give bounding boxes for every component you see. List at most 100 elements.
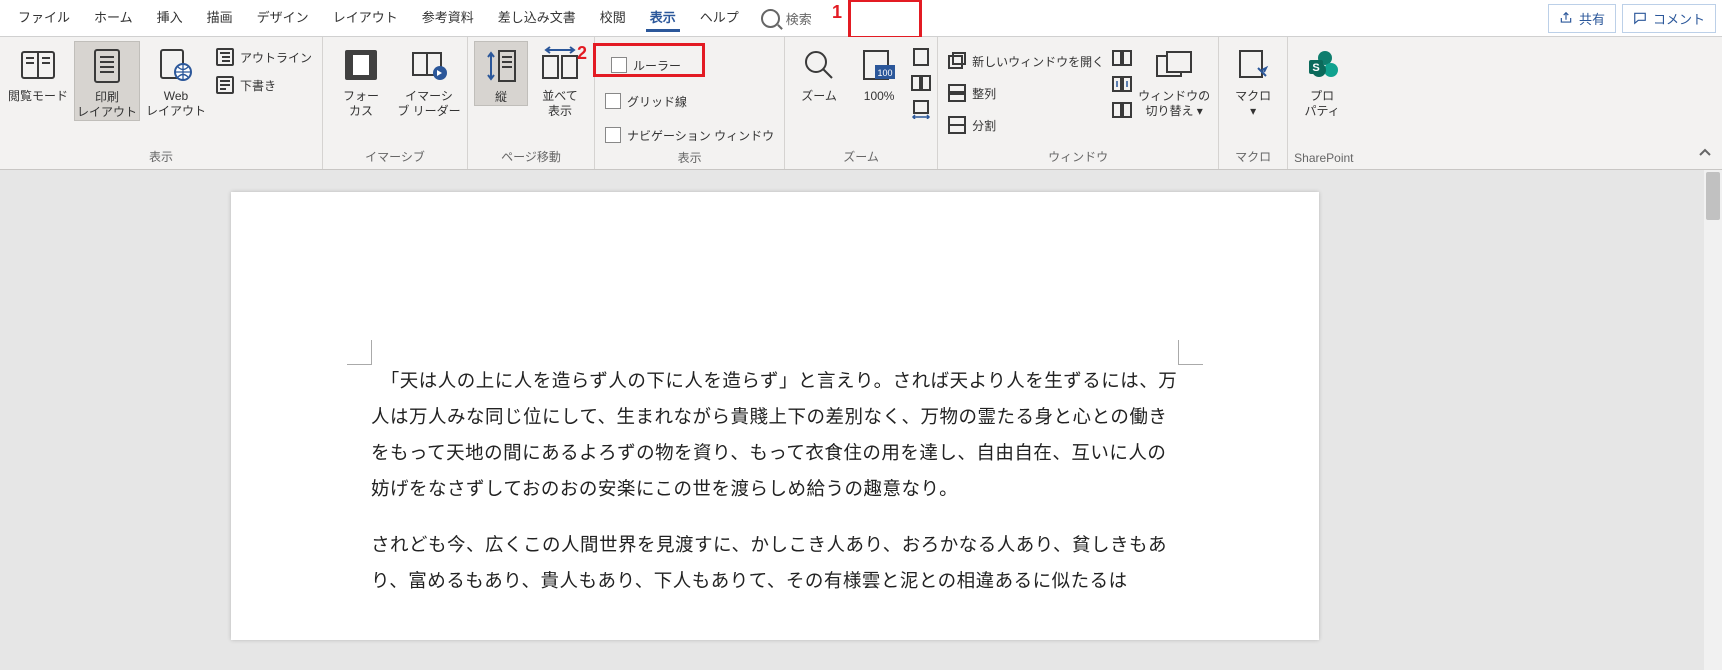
ruler-checkbox-box [611, 57, 627, 73]
macros-button[interactable]: マクロ ▾ [1225, 41, 1281, 119]
gridlines-checkbox[interactable]: グリッド線 [601, 89, 778, 113]
one-page-icon[interactable] [911, 47, 931, 67]
tab-view[interactable]: 表示 [638, 0, 688, 36]
crop-mark-tl [347, 340, 372, 365]
group-views: 閲覧モード 印刷 レイアウト Web レイアウト アウトライン [0, 37, 323, 169]
read-mode-label: 閲覧モード [8, 89, 68, 104]
switch-windows-button[interactable]: ウィンドウの 切り替え ▾ [1136, 41, 1212, 119]
chevron-down-icon: ▾ [1197, 104, 1203, 118]
group-immersive-label: イマーシブ [329, 146, 461, 169]
zoom-100-icon: 100 [859, 45, 899, 85]
immersive-reader-button[interactable]: イマーシ ブ リーダー [397, 41, 461, 119]
zoom-button[interactable]: ズーム [791, 41, 847, 104]
search-placeholder: 検索 [786, 9, 812, 28]
search-box[interactable]: 検索 [751, 9, 822, 28]
paragraph-2[interactable]: されども今、広くこの人間世界を見渡すに、かしこき人あり、おろかなる人あり、貧しき… [371, 528, 1179, 600]
navpane-label: ナビゲーション ウィンドウ [627, 127, 774, 144]
document-area: 「天は人の上に人を造らず人の下に人を造らず」と言えり。されば天より人を生ずるには… [0, 170, 1722, 670]
group-sharepoint: S プロ パティ SharePoint [1288, 37, 1359, 169]
ruler-label: ルーラー [633, 57, 681, 74]
chevron-down-icon: ▾ [1250, 104, 1256, 119]
focus-icon [341, 45, 381, 85]
properties-button[interactable]: S プロ パティ [1294, 41, 1350, 119]
share-icon [1559, 11, 1573, 25]
group-zoom: ズーム 100 100% ズーム [785, 37, 938, 169]
print-layout-button[interactable]: 印刷 レイアウト [74, 41, 140, 121]
tab-file[interactable]: ファイル [6, 0, 82, 36]
side-by-side-icon [540, 45, 580, 85]
outline-label: アウトライン [240, 49, 312, 66]
tab-design[interactable]: デザイン [245, 0, 321, 36]
focus-label1: フォー [343, 89, 379, 104]
comment-label: コメント [1653, 9, 1705, 28]
multi-page-icon[interactable] [911, 73, 931, 93]
group-show: ルーラー グリッド線 ナビゲーション ウィンドウ 表示 2 [595, 37, 785, 169]
annotation-1-number: 1 [832, 2, 842, 23]
chevron-up-icon [1698, 145, 1712, 159]
web-layout-button[interactable]: Web レイアウト [144, 41, 208, 119]
immersive-reader-label2: ブ リーダー [397, 104, 460, 119]
search-icon [761, 9, 780, 28]
side-label1: 並べて [542, 89, 578, 104]
navpane-checkbox[interactable]: ナビゲーション ウィンドウ [601, 123, 778, 147]
group-zoom-label: ズーム [791, 146, 931, 169]
tab-insert[interactable]: 挿入 [145, 0, 195, 36]
macros-icon [1233, 45, 1273, 85]
tab-draw[interactable]: 描画 [195, 0, 245, 36]
vertical-scrollbar[interactable] [1704, 170, 1722, 670]
document-page[interactable]: 「天は人の上に人を造らず人の下に人を造らず」と言えり。されば天より人を生ずるには… [231, 192, 1319, 640]
vertical-icon [481, 46, 521, 86]
read-mode-button[interactable]: 閲覧モード [6, 41, 70, 104]
immersive-reader-label1: イマーシ [405, 89, 453, 104]
web-layout-icon [156, 45, 196, 85]
paragraph-1[interactable]: 「天は人の上に人を造らず人の下に人を造らず」と言えり。されば天より人を生ずるには… [371, 364, 1179, 508]
draft-button[interactable]: 下書き [212, 73, 316, 97]
zoom-label: ズーム [801, 89, 837, 104]
web-layout-label2: レイアウト [146, 104, 206, 119]
gridlines-label: グリッド線 [627, 93, 687, 110]
print-layout-label1: 印刷 [95, 90, 119, 105]
gridlines-checkbox-box [605, 93, 621, 109]
ruler-checkbox[interactable]: ルーラー [601, 51, 778, 79]
tab-help[interactable]: ヘルプ [688, 0, 751, 36]
group-sharepoint-label: SharePoint [1294, 149, 1353, 169]
properties-label2: パティ [1305, 104, 1340, 119]
sync-scroll-icon[interactable] [1112, 75, 1132, 93]
read-mode-icon [18, 45, 58, 85]
reset-window-icon[interactable] [1112, 101, 1132, 119]
tab-mailings[interactable]: 差し込み文書 [486, 0, 588, 36]
annotation-2-number: 2 [577, 43, 587, 64]
tab-references[interactable]: 参考資料 [410, 0, 486, 36]
vertical-button[interactable]: 縦 [474, 41, 528, 106]
focus-button[interactable]: フォー カス [329, 41, 393, 119]
svg-text:100: 100 [878, 68, 893, 78]
new-window-button[interactable]: 新しいウィンドウを開く [944, 49, 1108, 73]
split-label: 分割 [972, 117, 996, 134]
web-layout-label1: Web [164, 89, 188, 104]
zoom-100-button[interactable]: 100 100% [851, 41, 907, 104]
draft-label: 下書き [240, 77, 276, 94]
switch-label1: ウィンドウの [1138, 89, 1210, 104]
immersive-reader-icon [409, 45, 449, 85]
paragraph-spacer [371, 508, 1179, 528]
comment-icon [1633, 11, 1647, 25]
comment-button[interactable]: コメント [1622, 4, 1716, 33]
document-body[interactable]: 「天は人の上に人を造らず人の下に人を造らず」と言えり。されば天より人を生ずるには… [371, 364, 1179, 600]
arrange-all-button[interactable]: 整列 [944, 81, 1108, 105]
ribbon: 閲覧モード 印刷 レイアウト Web レイアウト アウトライン [0, 37, 1722, 170]
zoom-100-label: 100% [864, 89, 895, 104]
outline-button[interactable]: アウトライン [212, 45, 316, 69]
tab-review[interactable]: 校閲 [588, 0, 638, 36]
collapse-ribbon-button[interactable] [1694, 141, 1716, 163]
scrollbar-thumb[interactable] [1706, 172, 1720, 220]
ribbon-tabstrip: ファイル ホーム 挿入 描画 デザイン レイアウト 参考資料 差し込み文書 校閲… [0, 0, 1722, 37]
tab-layout[interactable]: レイアウト [321, 0, 410, 36]
split-button[interactable]: 分割 [944, 113, 1108, 137]
macros-label: マクロ [1235, 89, 1271, 104]
focus-label2: カス [349, 104, 373, 119]
sharepoint-icon: S [1302, 45, 1342, 85]
page-width-icon[interactable] [911, 99, 931, 119]
view-side-by-side-icon[interactable] [1112, 49, 1132, 67]
tab-home[interactable]: ホーム [82, 0, 145, 36]
share-button[interactable]: 共有 [1548, 4, 1616, 33]
